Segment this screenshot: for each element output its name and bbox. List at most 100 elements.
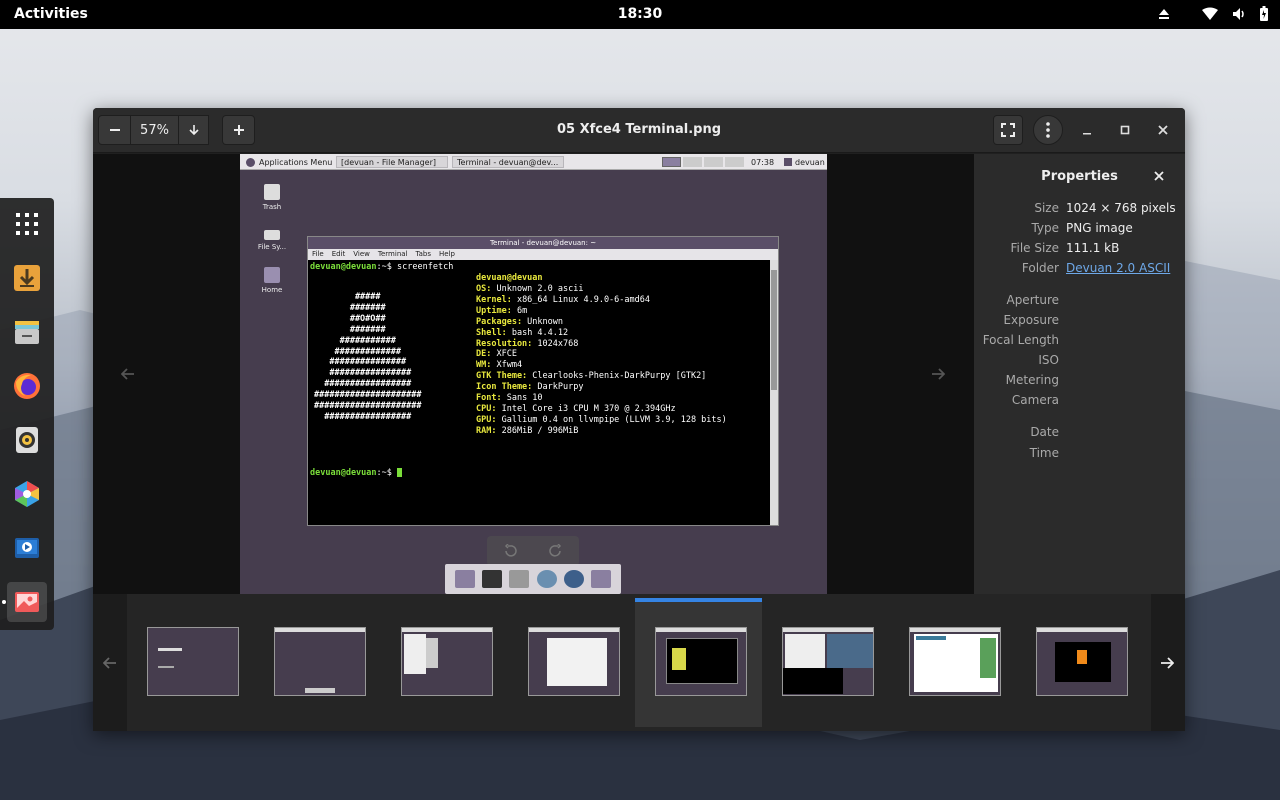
desktop-icon-home: Home bbox=[252, 267, 292, 294]
kebab-menu-icon bbox=[1046, 122, 1050, 138]
screenfetch-info-line: CPU: Intel Core i3 CPU M 370 @ 2.394GHz bbox=[476, 403, 676, 414]
terminal-menu: File Edit View Terminal Tabs Help bbox=[308, 249, 778, 260]
system-tray[interactable] bbox=[1158, 6, 1268, 21]
screenfetch-info-line: Icon Theme: DarkPurpy bbox=[476, 382, 584, 393]
thumbnails-scroll-left-button[interactable] bbox=[95, 648, 125, 678]
rotate-right-icon bbox=[549, 544, 562, 557]
ascii-logo-line: ################# bbox=[314, 411, 412, 422]
activities-button[interactable]: Activities bbox=[14, 6, 88, 22]
menu-button[interactable] bbox=[1033, 115, 1063, 145]
property-focal-length: Focal Length bbox=[982, 333, 1059, 347]
dock bbox=[0, 198, 54, 630]
property-aperture: Aperture bbox=[1006, 293, 1059, 307]
folder-icon bbox=[591, 570, 612, 588]
ascii-logo-line: ############### bbox=[314, 357, 407, 368]
previous-image-button[interactable] bbox=[113, 359, 143, 389]
volume-icon[interactable] bbox=[1232, 7, 1246, 21]
property-camera: Camera bbox=[1011, 393, 1059, 407]
dock-image-viewer[interactable] bbox=[7, 582, 47, 622]
thumbnail[interactable] bbox=[127, 598, 254, 727]
thumbnails-scroll-right-button[interactable] bbox=[1152, 648, 1182, 678]
screenfetch-info-line: DE: XFCE bbox=[476, 349, 517, 360]
property-metering: Metering bbox=[1005, 373, 1059, 387]
clock[interactable]: 18:30 bbox=[618, 6, 663, 22]
thumbnail[interactable] bbox=[762, 598, 889, 727]
dock-downloader[interactable] bbox=[7, 258, 47, 298]
home-folder-icon bbox=[264, 267, 280, 283]
firefox-icon bbox=[14, 373, 40, 399]
terminal-host: devuan@devuan bbox=[476, 273, 543, 283]
eject-icon[interactable] bbox=[1158, 8, 1170, 20]
folder-icon bbox=[454, 570, 475, 588]
dock-video[interactable] bbox=[7, 528, 47, 568]
maximize-icon bbox=[1120, 125, 1130, 135]
thumbnail[interactable] bbox=[889, 598, 1016, 727]
top-bar: Activities 18:30 bbox=[0, 0, 1280, 29]
rotate-left-icon bbox=[504, 544, 517, 557]
image-canvas[interactable]: Applications Menu [devuan - File Manager… bbox=[93, 154, 974, 594]
screenfetch-info-line: Shell: bash 4.4.12 bbox=[476, 327, 569, 338]
thumbnail[interactable] bbox=[508, 598, 635, 727]
ascii-logo-line: ################# bbox=[314, 379, 412, 390]
terminal-window: Terminal - devuan@devuan: ~ File Edit Vi… bbox=[307, 236, 779, 526]
screenfetch-info-line: GTK Theme: Clearlooks-Phenix-DarkPurpy [… bbox=[476, 371, 707, 382]
desktop-icon-trash: Trash bbox=[252, 184, 292, 211]
property-date: Date bbox=[1030, 425, 1059, 439]
screenfetch-info-line: RAM: 286MiB / 996MiB bbox=[476, 425, 579, 436]
terminal-prompt-line: devuan@devuan:~$ bbox=[310, 468, 403, 479]
property-iso: ISO bbox=[1038, 353, 1059, 367]
overlay-rotate-controls bbox=[487, 536, 579, 566]
ascii-logo-line: ################ bbox=[314, 368, 412, 379]
dock-firefox[interactable] bbox=[7, 366, 47, 406]
displayed-image: Applications Menu [devuan - File Manager… bbox=[240, 154, 827, 594]
close-icon bbox=[1154, 171, 1164, 181]
arrow-left-icon bbox=[121, 368, 134, 380]
wifi-icon[interactable] bbox=[1202, 7, 1218, 21]
user-icon bbox=[784, 158, 792, 166]
screenfetch-info-line: Uptime: 6m bbox=[476, 305, 528, 316]
minimize-button[interactable] bbox=[1073, 116, 1101, 144]
ascii-logo-line: ####### bbox=[314, 302, 386, 313]
thumbnail-selected[interactable] bbox=[635, 598, 762, 727]
property-exposure: Exposure bbox=[1003, 313, 1059, 327]
search-icon bbox=[563, 570, 584, 588]
hexagon-app-icon bbox=[15, 481, 39, 507]
terminal-scrollbar bbox=[770, 260, 778, 525]
show-applications-button[interactable] bbox=[7, 204, 47, 244]
thumbnail[interactable] bbox=[1016, 598, 1143, 727]
thumbnail[interactable] bbox=[254, 598, 381, 727]
close-properties-button[interactable] bbox=[1151, 168, 1167, 184]
battery-icon[interactable] bbox=[1260, 6, 1268, 21]
globe-icon bbox=[536, 570, 557, 588]
close-button[interactable] bbox=[1149, 116, 1177, 144]
screenfetch-info-line: GPU: Gallium 0.4 on llvmpipe (LLVM 3.9, … bbox=[476, 414, 727, 425]
header-bar: 57% 05 Xfce4 Terminal.png bbox=[93, 108, 1185, 153]
app-grid-icon bbox=[16, 213, 38, 235]
drive-icon bbox=[509, 570, 530, 588]
fullscreen-button[interactable] bbox=[993, 115, 1023, 145]
screenfetch-info-line: OS: Unknown 2.0 ascii bbox=[476, 284, 584, 294]
next-image-button[interactable] bbox=[923, 359, 953, 389]
maximize-button[interactable] bbox=[1111, 116, 1139, 144]
close-icon bbox=[1158, 125, 1168, 135]
xfce-task-file-manager: [devuan - File Manager] bbox=[336, 156, 448, 168]
property-file-size: File Size 111.1 kB bbox=[1010, 241, 1120, 255]
property-time: Time bbox=[1029, 446, 1059, 460]
ascii-logo-line: ####### bbox=[314, 324, 386, 335]
property-type: Type PNG image bbox=[1031, 221, 1133, 235]
screenfetch-info-line: WM: Xfwm4 bbox=[476, 360, 523, 371]
ascii-logo-line: ##################### bbox=[314, 390, 422, 401]
xfce-workspaces bbox=[658, 156, 748, 168]
screenfetch-info-line: Kernel: x86_64 Linux 4.9.0-6-amd64 bbox=[476, 294, 650, 305]
terminal-output: devuan@devuan:~$ screenfetch devuan@devu… bbox=[308, 260, 778, 525]
ascii-logo-line: ##################### bbox=[314, 401, 422, 411]
folder-link[interactable]: Devuan 2.0 ASCII bbox=[1066, 261, 1170, 275]
download-icon bbox=[14, 265, 40, 291]
xfce-clock: 07:38 bbox=[751, 157, 775, 167]
terminal-icon bbox=[481, 570, 502, 588]
thumbnail[interactable] bbox=[381, 598, 508, 727]
files-icon bbox=[15, 321, 39, 344]
dock-files[interactable] bbox=[7, 312, 47, 352]
dock-rhythmbox[interactable] bbox=[7, 420, 47, 460]
dock-hexagon-app[interactable] bbox=[7, 474, 47, 514]
